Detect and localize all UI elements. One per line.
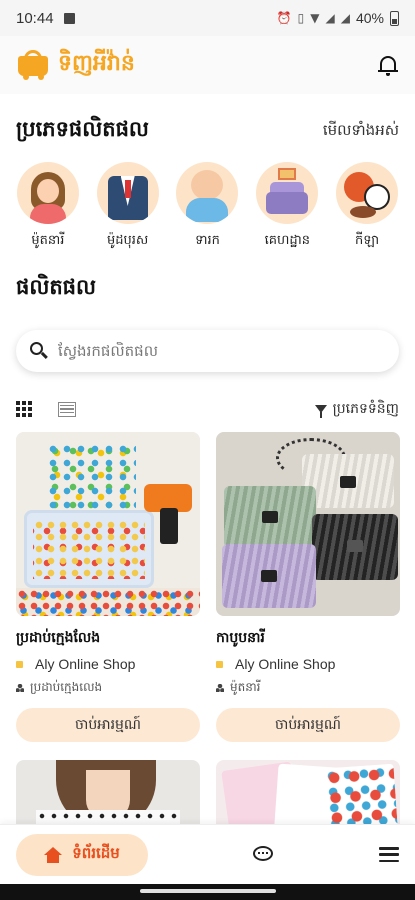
battery-icon	[390, 10, 399, 26]
category-men[interactable]: ម៉ូដបុរស	[92, 162, 164, 251]
notification-bell-icon[interactable]	[377, 54, 399, 76]
categories-title: ប្រភេទផលិតផល	[16, 117, 149, 141]
category-label: ទារក	[195, 233, 220, 248]
wifi-icon: ▼	[310, 11, 320, 25]
category-women[interactable]: ម៉ូតនារី	[12, 162, 84, 251]
product-name: ប្រដាប់ក្មេងលែង	[16, 630, 101, 646]
product-image[interactable]	[16, 432, 200, 616]
men-suit-icon	[96, 162, 159, 224]
vibrate-icon: ▯	[297, 11, 305, 25]
shop-icon	[216, 660, 223, 668]
category-label: គេហដ្ឋាន	[264, 233, 310, 248]
products-header: ផលិតផល	[16, 274, 399, 305]
products-title: ផលិតផល	[16, 275, 96, 299]
product-category: ប្រដាប់ក្មេងលេង	[16, 679, 200, 697]
home-gesture-handle[interactable]	[140, 889, 276, 893]
category-icon	[216, 684, 224, 692]
battery-percent: 40%	[355, 10, 384, 26]
grid-view-icon[interactable]	[16, 401, 32, 417]
product-card[interactable]: កាបូបនារី Aly Online Shop ម៉ូតនារី ចាប់អ…	[216, 432, 400, 742]
category-sports[interactable]: កីឡា	[331, 162, 403, 251]
baby-icon	[176, 162, 239, 224]
cart-logo-icon	[16, 50, 50, 80]
see-all-link[interactable]: មើលទាំងអស់	[323, 121, 399, 143]
menu-icon[interactable]	[379, 847, 399, 862]
category-label: កីឡា	[355, 233, 380, 248]
search-input[interactable]	[58, 342, 378, 360]
home-furniture-icon	[256, 162, 319, 224]
status-bar: 10:44 ⏰ ▯ ▼ ◢ ◢ 40%	[0, 0, 415, 36]
categories-header: ប្រភេទផលិតផល មើលទាំងអស់	[16, 116, 399, 147]
app-header: ទិញអីវ៉ាន់	[0, 36, 415, 94]
alarm-icon: ⏰	[276, 11, 292, 25]
product-card[interactable]: ប្រដាប់ក្មេងលែង Aly Online Shop ប្រដាប់ក…	[16, 432, 200, 742]
signal-2-icon: ◢	[340, 11, 350, 25]
filter-icon	[314, 405, 327, 418]
category-label: ម៉ូដបុរស	[107, 233, 149, 248]
shop-name: Aly Online Shop	[235, 656, 336, 672]
interested-button[interactable]: ចាប់អារម្មណ៍	[216, 708, 400, 742]
category-name: ប្រដាប់ក្មេងលេង	[30, 680, 103, 694]
filter-label: ប្រភេទទំនិញ	[332, 400, 399, 417]
view-toolbar: ប្រភេទទំនិញ	[16, 398, 399, 420]
shop-name: Aly Online Shop	[35, 656, 136, 672]
category-home[interactable]: គេហដ្ឋាន	[251, 162, 323, 251]
search-bar[interactable]	[16, 330, 399, 372]
app-name: ទិញអីវ៉ាន់	[58, 51, 135, 76]
signal-icon: ◢	[325, 11, 335, 25]
sports-balls-icon	[336, 162, 399, 224]
shop-icon	[16, 660, 23, 668]
product-image[interactable]	[216, 432, 400, 616]
bottom-navigation: ទំព័រដើម	[0, 824, 415, 884]
category-baby[interactable]: ទារក	[171, 162, 243, 251]
product-name: កាបូបនារី	[216, 630, 265, 646]
system-nav-bar	[0, 884, 415, 900]
chat-icon[interactable]	[252, 845, 275, 864]
interested-button[interactable]: ចាប់អារម្មណ៍	[16, 708, 200, 742]
status-icons: ⏰ ▯ ▼ ◢ ◢ 40%	[277, 10, 399, 26]
search-icon	[30, 342, 48, 360]
gallery-notification-icon	[63, 12, 75, 24]
category-filter-button[interactable]: ប្រភេទទំនិញ	[314, 399, 399, 420]
category-icon	[16, 684, 24, 692]
product-shop: Aly Online Shop	[216, 656, 400, 672]
category-label: ម៉ូតនារី	[31, 233, 65, 248]
product-category: ម៉ូតនារី	[216, 679, 400, 697]
product-shop: Aly Online Shop	[16, 656, 200, 672]
category-list: ម៉ូតនារី ម៉ូដបុរស ទារក គេហដ្ឋាន កីឡា	[0, 162, 415, 251]
category-name: ម៉ូតនារី	[230, 680, 261, 694]
nav-home-button[interactable]: ទំព័រដើម	[16, 833, 148, 876]
nav-home-label: ទំព័រដើម	[72, 843, 120, 862]
list-view-icon[interactable]	[58, 401, 76, 417]
status-time: 10:44	[16, 9, 54, 27]
home-icon	[44, 846, 63, 863]
woman-fashion-icon	[16, 162, 79, 224]
